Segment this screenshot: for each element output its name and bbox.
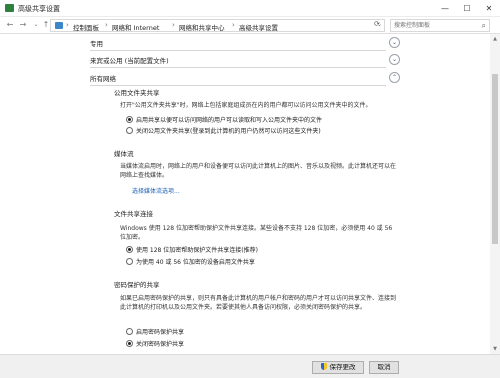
option-label: 使用 128 位加密帮助保护文件共享连接(推荐) bbox=[136, 247, 258, 254]
footer-bar: 保存更改 取消 bbox=[0, 354, 500, 378]
chevron-down-icon[interactable]: ⌄ bbox=[389, 54, 400, 65]
option-label: 关闭密码保护共享 bbox=[136, 341, 185, 348]
title-bar: 高级共享设置 — ☐ ✕ bbox=[0, 0, 500, 17]
breadcrumb[interactable]: › 控制面板 › 网络和 Internet › 网络和共享中心 › 高级共享设置… bbox=[50, 19, 385, 32]
maximize-button[interactable]: ☐ bbox=[456, 0, 478, 17]
search-box[interactable]: ⌕ bbox=[390, 19, 490, 32]
public-folder-desc: 打开"公用文件夹共享"时，网络上包括家庭组成员在内的用户都可以访问公用文件夹中的… bbox=[120, 102, 372, 109]
encryption-40-56-radio[interactable]: 为使用 40 或 56 位加密的设备启用文件共享 bbox=[126, 257, 255, 266]
breadcrumb-advanced-sharing[interactable]: 高级共享设置 bbox=[239, 22, 278, 32]
profile-label: 专用 bbox=[90, 40, 103, 48]
password-on-radio[interactable]: 启用密码保护共享 bbox=[126, 327, 184, 336]
chevron-up-icon[interactable]: ⌃ bbox=[389, 72, 400, 83]
address-bar-row: ← → ⌄ ↑ › 控制面板 › 网络和 Internet › 网络和共享中心 … bbox=[0, 17, 500, 34]
forward-arrow-icon[interactable]: → bbox=[17, 19, 29, 31]
search-input[interactable] bbox=[391, 20, 475, 31]
breadcrumb-separator-icon: › bbox=[66, 21, 69, 29]
back-arrow-icon[interactable]: ← bbox=[4, 19, 16, 31]
cancel-button[interactable]: 取消 bbox=[369, 361, 399, 374]
file-sharing-title: 文件共享连接 bbox=[114, 210, 153, 218]
password-sharing-title: 密码保护的共享 bbox=[114, 281, 160, 289]
scrollbar-thumb[interactable] bbox=[492, 74, 498, 244]
profile-label: 来宾或公用 (当前配置文件) bbox=[90, 57, 169, 65]
save-label: 保存更改 bbox=[329, 363, 356, 371]
profile-all-networks-header[interactable]: 所有网络 ⌃ bbox=[90, 72, 400, 86]
network-sharing-icon bbox=[5, 4, 14, 12]
profile-private-header[interactable]: 专用 ⌄ bbox=[90, 37, 400, 51]
divider bbox=[90, 85, 386, 86]
encryption-128-radio[interactable]: 使用 128 位加密帮助保护文件共享连接(推荐) bbox=[126, 245, 258, 254]
vertical-scrollbar[interactable]: ▲ ▼ bbox=[490, 34, 500, 354]
close-button[interactable]: ✕ bbox=[478, 0, 500, 17]
password-sharing-desc: 如果已启用密码保护的共享，则只有具备此计算机的用户帐户和密码的用户才可以访问共享… bbox=[120, 295, 397, 311]
choose-media-streaming-link[interactable]: 选择媒体流选项... bbox=[132, 186, 180, 195]
search-icon[interactable]: ⌕ bbox=[482, 21, 486, 31]
settings-content: 专用 ⌄ 来宾或公用 (当前配置文件) ⌄ 所有网络 ⌃ 公用文件夹共享 打开"… bbox=[0, 34, 490, 354]
media-streaming-desc: 当媒体流启用时，网络上的用户和设备便可以访问此计算机上的图片、音乐以及视频。此计… bbox=[120, 163, 397, 179]
save-changes-button[interactable]: 保存更改 bbox=[312, 361, 364, 374]
option-label: 启用共享以便可以访问网络的用户可以读取和写入公用文件夹中的文件 bbox=[136, 117, 323, 124]
divider bbox=[90, 67, 386, 68]
breadcrumb-control-panel[interactable]: 控制面板 bbox=[73, 22, 99, 32]
refresh-icon[interactable]: ⟳ bbox=[374, 20, 380, 28]
window-title: 高级共享设置 bbox=[18, 5, 60, 13]
radio-unselected-icon[interactable] bbox=[126, 127, 133, 134]
password-off-radio[interactable]: 关闭密码保护共享 bbox=[126, 339, 184, 348]
chevron-down-icon[interactable]: ⌄ bbox=[389, 37, 400, 48]
media-streaming-title: 媒体流 bbox=[114, 150, 134, 158]
breadcrumb-separator-icon: › bbox=[232, 21, 235, 29]
radio-selected-icon[interactable] bbox=[126, 116, 133, 123]
control-panel-icon bbox=[55, 22, 63, 29]
breadcrumb-network-internet[interactable]: 网络和 Internet bbox=[112, 22, 159, 32]
breadcrumb-separator-icon: › bbox=[172, 21, 175, 29]
breadcrumb-network-sharing-center[interactable]: 网络和共享中心 bbox=[179, 22, 225, 32]
option-label: 启用密码保护共享 bbox=[136, 329, 185, 336]
radio-unselected-icon[interactable] bbox=[126, 328, 133, 335]
uac-shield-icon bbox=[320, 363, 327, 370]
minimize-button[interactable]: — bbox=[434, 0, 456, 17]
breadcrumb-separator-icon: › bbox=[105, 21, 108, 29]
divider bbox=[90, 50, 386, 51]
option-label: 为使用 40 或 56 位加密的设备启用文件共享 bbox=[136, 259, 255, 266]
option-label: 关闭公用文件夹共享(登录到此计算机的用户仍然可以访问这些文件夹) bbox=[136, 128, 321, 135]
public-folder-on-radio[interactable]: 启用共享以便可以访问网络的用户可以读取和写入公用文件夹中的文件 bbox=[126, 115, 322, 124]
radio-selected-icon[interactable] bbox=[126, 246, 133, 253]
scroll-up-icon[interactable]: ▲ bbox=[490, 34, 500, 44]
public-folder-off-radio[interactable]: 关闭公用文件夹共享(登录到此计算机的用户仍然可以访问这些文件夹) bbox=[126, 126, 321, 135]
profile-label: 所有网络 bbox=[90, 75, 116, 83]
radio-selected-icon[interactable] bbox=[126, 340, 133, 347]
scroll-down-icon[interactable]: ▼ bbox=[490, 344, 500, 354]
public-folder-title: 公用文件夹共享 bbox=[114, 89, 160, 97]
file-sharing-desc: Windows 使用 128 位加密帮助保护文件共享连接。某些设备不支持 128… bbox=[120, 225, 393, 241]
profile-guest-public-header[interactable]: 来宾或公用 (当前配置文件) ⌄ bbox=[90, 54, 400, 68]
radio-unselected-icon[interactable] bbox=[126, 258, 133, 265]
